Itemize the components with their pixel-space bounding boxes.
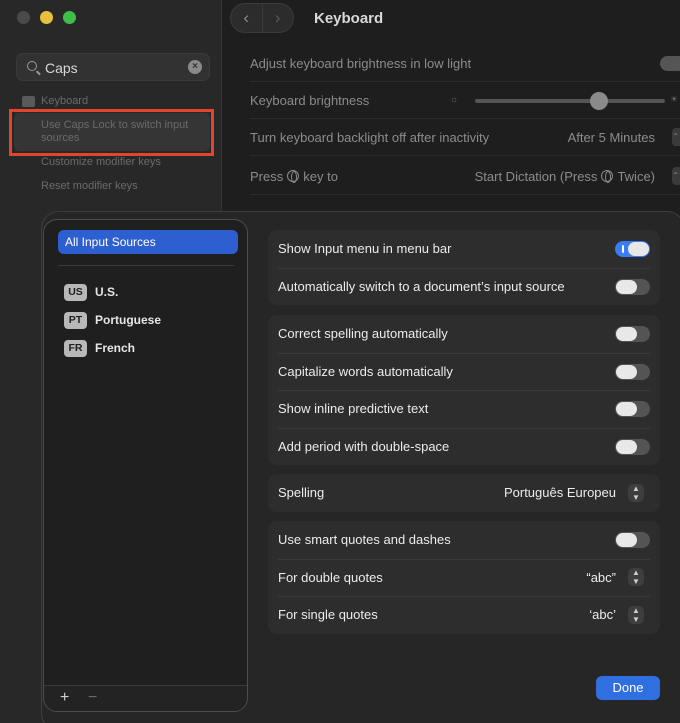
forward-button[interactable]: › [261,4,294,32]
globe-icon [287,169,300,183]
search-input[interactable]: Caps × [16,53,210,81]
setting-label: Use smart quotes and dashes [278,532,451,548]
press-globe-chevron-icon[interactable]: ⌃⌄ [672,167,680,185]
quotes-group: Use smart quotes and dashes For double q… [268,521,660,634]
toggle-on-indicator [622,245,624,253]
inline-predictive-text-row: Show inline predictive text [268,390,660,428]
double-quotes-row: For double quotes “abc” ▲ ▼ [268,558,660,597]
input-source-badge: FR [64,339,87,357]
brightness-slider[interactable] [475,99,665,103]
input-source-french[interactable]: FR French [64,338,135,358]
all-input-sources-item[interactable]: All Input Sources [58,230,238,254]
globe-icon [601,169,614,183]
setting-label: Turn keyboard backlight off after inacti… [250,129,490,145]
navigation-buttons: ‹ › [230,3,294,33]
correct-spelling-toggle[interactable] [615,326,650,342]
period-double-space-toggle[interactable] [615,438,650,455]
setting-label: Show Input menu in menu bar [278,241,452,257]
press-globe-value[interactable]: Start Dictation (Press Twice) [475,169,655,184]
smart-quotes-row: Use smart quotes and dashes [268,521,660,559]
search-value: Caps [45,60,78,76]
input-sources-footer: + − [44,685,247,711]
low-light-toggle[interactable] [660,55,680,71]
spelling-value: Português Europeu [503,485,616,501]
show-input-menu-row: Show Input menu in menu bar [268,230,660,268]
sidebar-section-keyboard[interactable]: Keyboard [22,95,88,107]
press-globe-value-post: Twice) [617,168,655,184]
clear-search-icon[interactable]: × [188,60,202,74]
spelling-group: Spelling Português Europeu ▲ ▼ [268,474,660,512]
double-quotes-popup[interactable]: “abc” ▲ ▼ [586,568,644,587]
input-source-us[interactable]: US U.S. [64,282,118,302]
setting-label: Automatically switch to a document’s inp… [278,278,565,294]
setting-row-backlight-off: Turn keyboard backlight off after inacti… [250,119,680,156]
add-input-source-button[interactable]: + [60,689,69,707]
input-source-badge: US [64,283,87,301]
backlight-off-chevron-icon[interactable]: ⌃⌄ [672,128,680,146]
divider [58,265,234,266]
smart-quotes-toggle[interactable] [615,532,650,548]
setting-label: Adjust keyboard brightness in low light [250,55,472,71]
zoom-window-button[interactable] [63,11,76,24]
input-source-portuguese[interactable]: PT Portuguese [64,310,161,330]
setting-label: Add period with double-space [278,438,450,454]
back-button[interactable]: ‹ [231,4,262,32]
spelling-row: Spelling Português Europeu ▲ ▼ [268,474,660,512]
inline-predictive-text-toggle[interactable] [615,401,650,417]
capitalize-words-toggle[interactable] [615,363,650,380]
brightness-high-icon: ☀ [670,94,679,104]
setting-row-keyboard-brightness: Keyboard brightness ☼ ☀ [250,82,680,119]
menu-settings-group: Show Input menu in menu bar Automaticall… [268,230,660,305]
chevron-up-down-icon: ▲ ▼ [628,568,644,587]
capitalize-words-row: Capitalize words automatically [268,352,660,391]
single-quotes-value: ‘abc’ [589,607,616,623]
setting-label: Keyboard brightness [250,92,370,108]
auto-switch-input-source-row: Automatically switch to a document’s inp… [268,267,660,306]
sidebar-section-label: Keyboard [41,95,89,107]
key-to-label: key to [303,168,338,184]
keyboard-icon [22,95,35,107]
spelling-popup[interactable]: Português Europeu ▲ ▼ [503,483,644,502]
setting-row-brightness-low-light: Adjust keyboard brightness in low light [250,45,680,82]
window-toolbar: ‹ › Keyboard [222,0,680,38]
auto-switch-input-source-toggle[interactable] [615,278,650,295]
input-source-badge: PT [64,311,87,329]
done-button[interactable]: Done [596,676,660,700]
chevron-up-down-icon: ▲ ▼ [628,483,644,502]
period-double-space-row: Add period with double-space [268,427,660,466]
text-settings-group: Correct spelling automatically Capitaliz… [268,315,660,465]
setting-label: Spelling [278,485,325,501]
setting-label: Correct spelling automatically [278,326,448,342]
input-source-name: Portuguese [95,313,162,327]
press-globe-value-pre: Start Dictation (Press [474,168,598,184]
input-source-name: U.S. [95,285,119,299]
double-quotes-value: “abc” [586,569,616,585]
window-title: Keyboard [314,10,384,27]
correct-spelling-row: Correct spelling automatically [268,315,660,353]
remove-input-source-button[interactable]: − [88,689,97,707]
backlight-off-value[interactable]: After 5 Minutes [568,130,655,145]
show-input-menu-toggle[interactable] [615,241,650,257]
sidebar-result-reset-modifier-keys[interactable]: Reset modifier keys [14,180,210,193]
search-icon [27,61,37,71]
single-quotes-row: For single quotes ‘abc’ ▲ ▼ [268,596,660,634]
annotation-highlight-box [9,109,214,156]
setting-label: Show inline predictive text [278,401,429,417]
brightness-slider-knob[interactable] [590,92,608,110]
press-label: Press [250,168,284,184]
chevron-up-down-icon: ▲ ▼ [628,605,644,624]
input-sources-list: All Input Sources US U.S. PT Portuguese … [43,219,248,712]
setting-label: For single quotes [278,607,378,623]
close-window-button[interactable] [17,11,30,24]
setting-row-press-globe: Press key to Start Dictation (Press Twice)… [250,158,680,195]
minimize-window-button[interactable] [40,11,53,24]
setting-label: Capitalize words automatically [278,363,453,379]
setting-label: For double quotes [278,569,383,585]
setting-label: Press key to [250,169,338,184]
single-quotes-popup[interactable]: ‘abc’ ▲ ▼ [589,605,644,624]
sidebar-result-modifier-keys[interactable]: Customize modifier keys [14,156,210,169]
brightness-low-icon: ☼ [450,94,459,104]
input-source-name: French [95,341,136,355]
